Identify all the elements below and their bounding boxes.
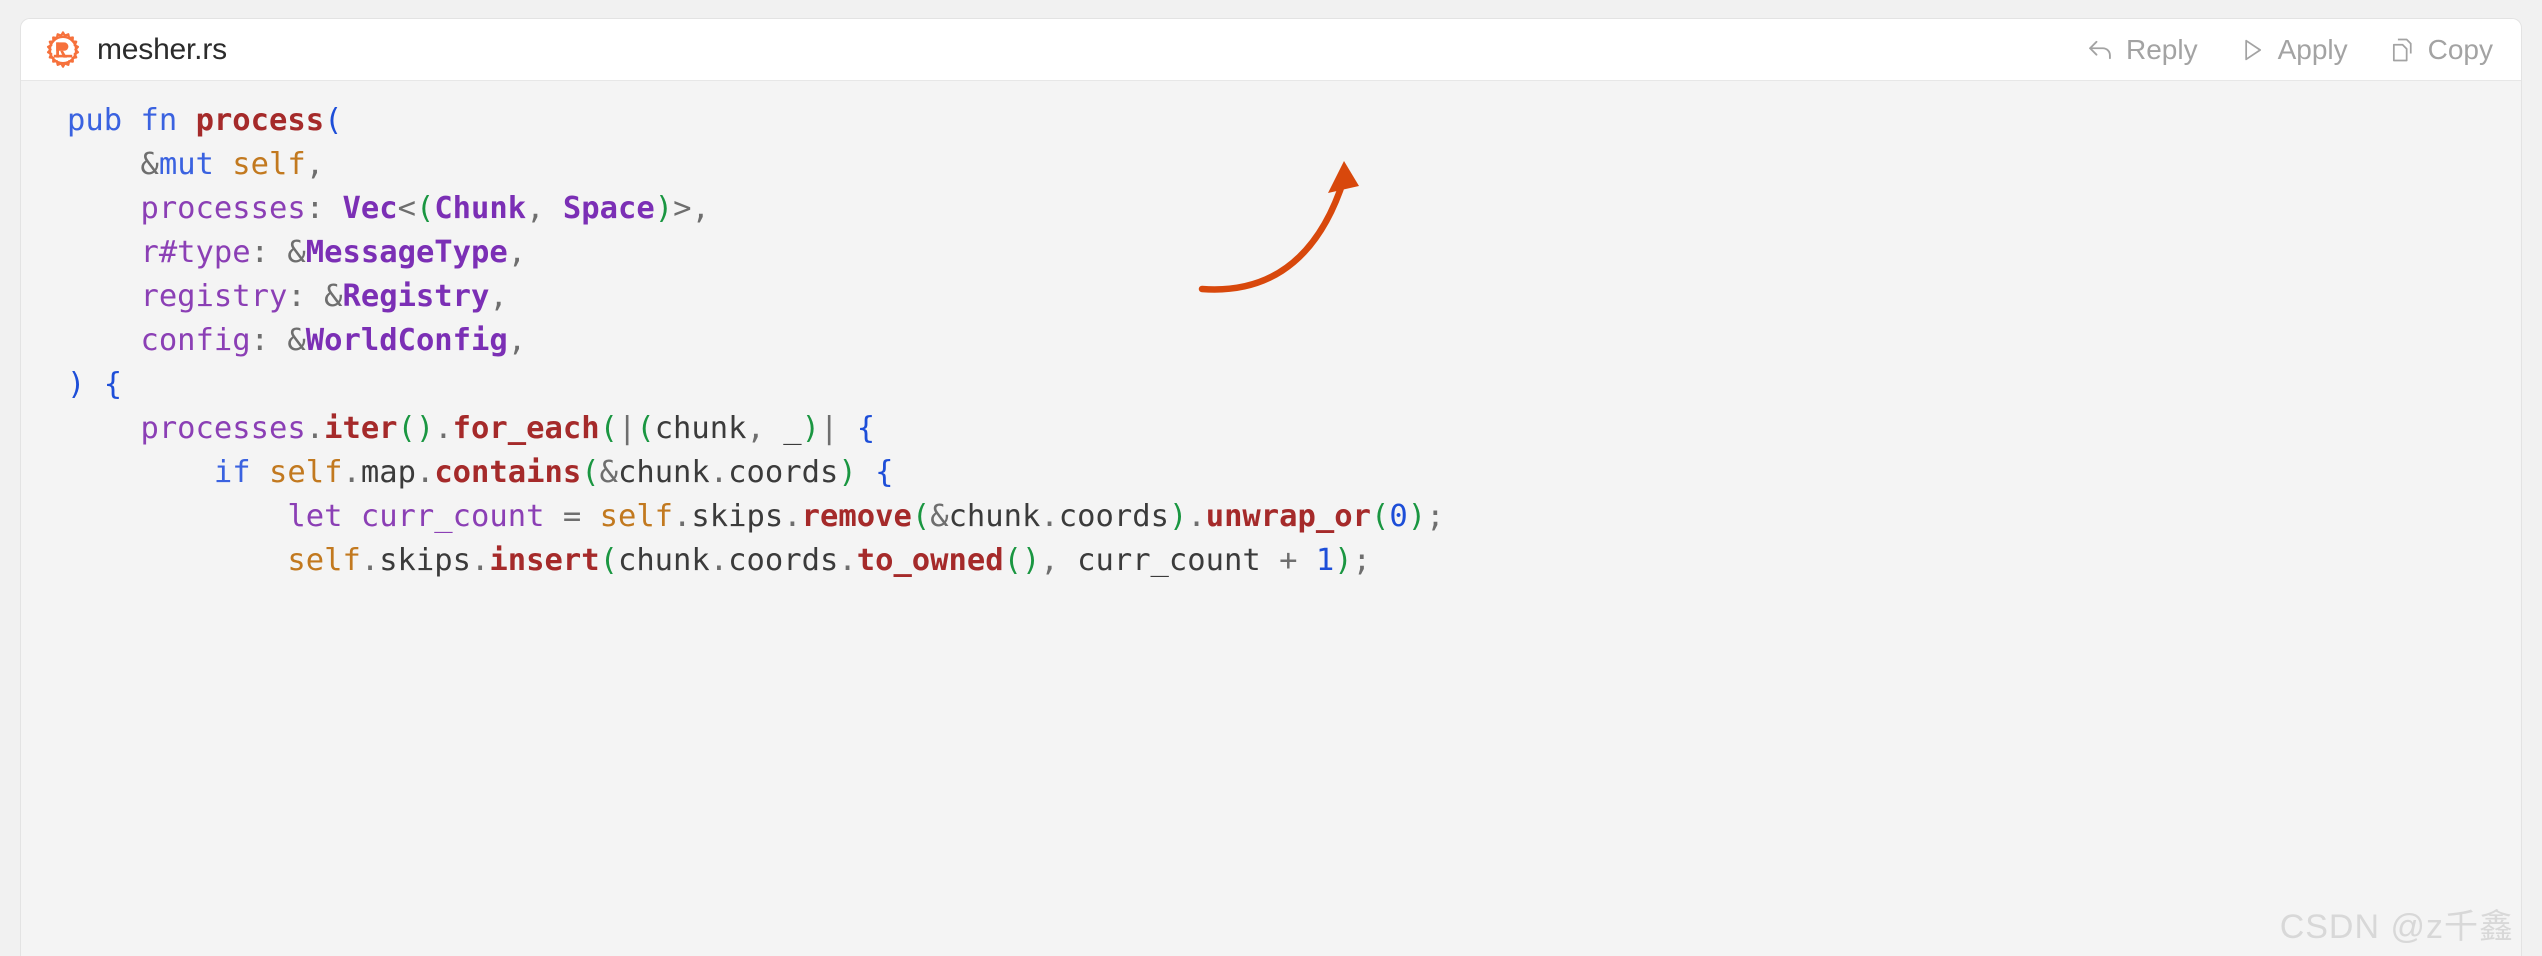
- rust-logo-icon: [43, 30, 83, 70]
- reply-button[interactable]: Reply: [2084, 32, 2200, 68]
- code-line: if self.map.contains(&chunk.coords) {: [213, 455, 894, 490]
- code-line: processes.iter().for_each(|(chunk, _)| {: [140, 411, 876, 446]
- reply-button-label: Reply: [2125, 33, 2198, 65]
- code-line: self.skips.insert(chunk.coords.to_owned(…: [287, 543, 1371, 578]
- play-triangle-icon: [2238, 36, 2266, 64]
- code-line: registry: &Registry,: [140, 279, 508, 314]
- screenshot-root: mesher.rs Reply Apply Copy pub fn proces…: [0, 0, 2542, 956]
- copy-button[interactable]: Copy: [2386, 32, 2495, 68]
- code-line: r#type: &MessageType,: [140, 235, 527, 270]
- code-line: &mut self,: [140, 147, 325, 182]
- code-block-header: mesher.rs Reply Apply Copy: [21, 19, 2521, 81]
- apply-button[interactable]: Apply: [2236, 32, 2350, 68]
- csdn-watermark: CSDN @z千鑫: [2279, 908, 2514, 946]
- code-content-area[interactable]: pub fn process( &mut self, processes: Ve…: [21, 81, 2521, 956]
- copy-button-label: Copy: [2427, 33, 2493, 65]
- rust-source-code[interactable]: pub fn process( &mut self, processes: Ve…: [21, 99, 2521, 583]
- code-line: let curr_count = self.skips.remove(&chun…: [287, 499, 1445, 534]
- header-action-group: Reply Apply Copy: [2084, 32, 2495, 68]
- code-line: config: &WorldConfig,: [140, 323, 527, 358]
- code-line: ) {: [67, 367, 123, 402]
- copy-pages-icon: [2388, 36, 2416, 64]
- code-line: pub fn process(: [67, 103, 343, 138]
- file-identity: mesher.rs: [43, 30, 227, 70]
- code-line: processes: Vec<(Chunk, Space)>,: [140, 191, 710, 226]
- reply-arrow-icon: [2086, 36, 2114, 64]
- file-name-label: mesher.rs: [97, 32, 227, 66]
- apply-button-label: Apply: [2277, 33, 2348, 65]
- code-block-card: mesher.rs Reply Apply Copy pub fn proces…: [20, 18, 2522, 956]
